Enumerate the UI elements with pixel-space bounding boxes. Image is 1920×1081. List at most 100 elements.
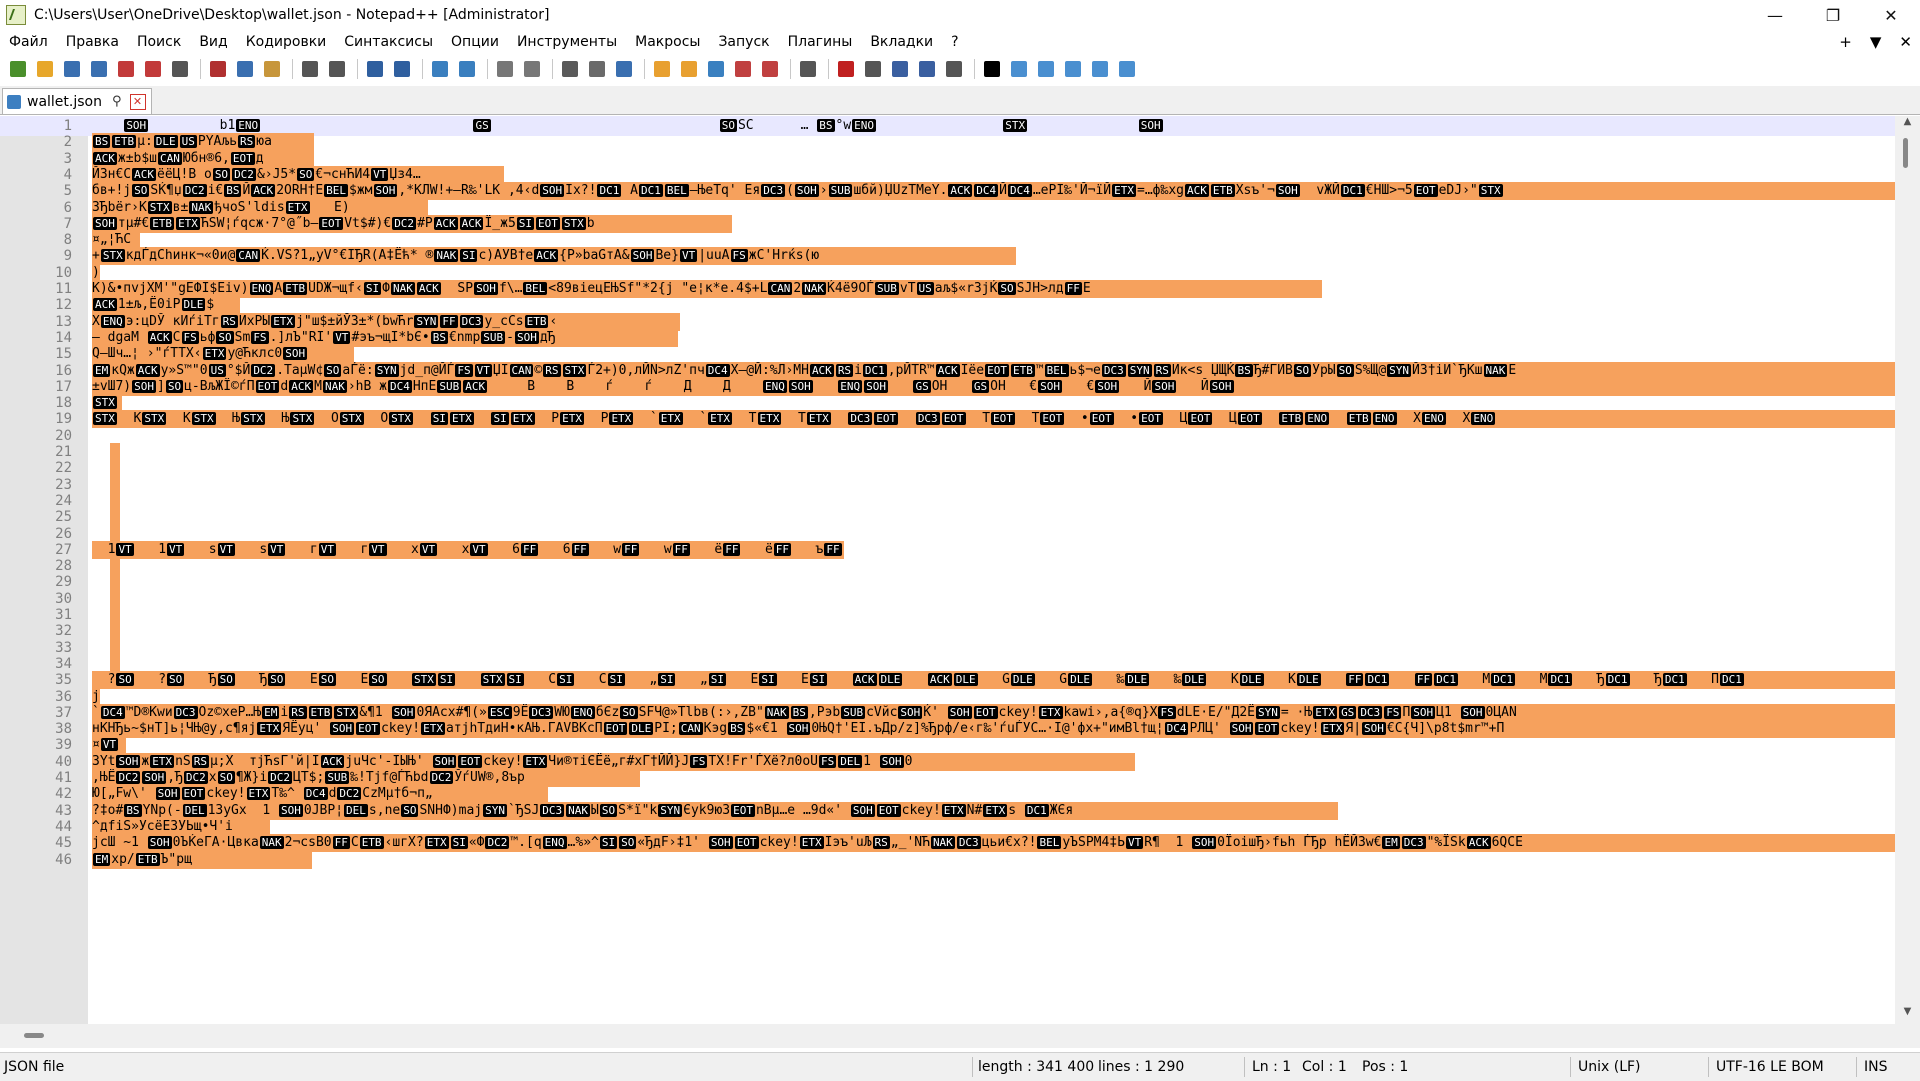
scroll-up-arrow-icon[interactable]: ▲ bbox=[1895, 116, 1920, 134]
udl-icon bbox=[654, 61, 670, 77]
print-button[interactable] bbox=[168, 57, 192, 81]
close-doc-button[interactable]: ✕ bbox=[1899, 30, 1912, 54]
menu-encoding[interactable]: Кодировки bbox=[237, 30, 336, 54]
close-icon bbox=[118, 61, 134, 77]
vertical-scrollbar[interactable]: ▲ ▼ bbox=[1895, 116, 1920, 1024]
wrap-icon bbox=[562, 61, 578, 77]
horizontal-scroll-thumb[interactable] bbox=[24, 1033, 44, 1038]
maximize-button[interactable]: ❐ bbox=[1804, 0, 1862, 30]
function-list-icon bbox=[735, 61, 751, 77]
status-ln: Ln : 1 bbox=[1252, 1059, 1292, 1075]
file-saved-icon bbox=[7, 94, 21, 109]
menu-settings[interactable]: Опции bbox=[442, 30, 508, 54]
new-tab-button[interactable]: + bbox=[1839, 30, 1852, 54]
play-button[interactable] bbox=[888, 57, 912, 81]
plugin-jc-button[interactable] bbox=[1034, 57, 1058, 81]
find-button[interactable] bbox=[363, 57, 387, 81]
replace-icon bbox=[394, 61, 410, 77]
horizontal-scrollbar[interactable] bbox=[0, 1024, 1920, 1048]
status-eol[interactable]: Unix (LF) bbox=[1578, 1053, 1641, 1081]
save-macro-button[interactable] bbox=[942, 57, 966, 81]
save-icon bbox=[64, 61, 80, 77]
menu-plugins[interactable]: Плагины bbox=[779, 30, 862, 54]
open-icon bbox=[37, 61, 53, 77]
paste-button[interactable] bbox=[260, 57, 284, 81]
line-number: 46 bbox=[55, 851, 72, 868]
udl-button[interactable] bbox=[650, 57, 674, 81]
plugin-jpp-button[interactable] bbox=[1061, 57, 1085, 81]
status-bar: JSON file length : 341 400 lines : 1 290… bbox=[0, 1052, 1920, 1081]
sync-v-button[interactable] bbox=[493, 57, 517, 81]
monitor-button[interactable] bbox=[796, 57, 820, 81]
sync-h-button[interactable] bbox=[520, 57, 544, 81]
tab-wallet-json[interactable]: wallet.json ⚲ ✕ bbox=[2, 88, 152, 114]
replace-button[interactable] bbox=[390, 57, 414, 81]
tab-label: wallet.json bbox=[27, 93, 102, 110]
status-file-type: JSON file bbox=[4, 1059, 65, 1075]
scroll-down-arrow-icon[interactable]: ▼ bbox=[1895, 1006, 1920, 1024]
plugin-json-tree-button[interactable] bbox=[1007, 57, 1031, 81]
tab-list-button[interactable]: ▼ bbox=[1870, 30, 1882, 54]
status-insert-mode[interactable]: INS bbox=[1864, 1053, 1888, 1081]
tab-bar: wallet.json ⚲ ✕ bbox=[0, 86, 1920, 115]
toolbar-separator bbox=[552, 59, 553, 79]
menu-search[interactable]: Поиск bbox=[128, 30, 190, 54]
status-col: Col : 1 bbox=[1302, 1059, 1347, 1075]
close-window-button[interactable]: ✕ bbox=[1862, 0, 1920, 30]
menu-tools[interactable]: Инструменты bbox=[508, 30, 626, 54]
zoom-out-button[interactable] bbox=[455, 57, 479, 81]
new-button[interactable] bbox=[6, 57, 30, 81]
wrap-button[interactable] bbox=[558, 57, 582, 81]
function-list-button[interactable] bbox=[731, 57, 755, 81]
minimize-button[interactable]: — bbox=[1746, 0, 1804, 30]
cut-button[interactable] bbox=[206, 57, 230, 81]
zoom-in-button[interactable] bbox=[428, 57, 452, 81]
toolbar-separator bbox=[790, 59, 791, 79]
status-separator bbox=[1856, 1057, 1857, 1077]
copy-button[interactable] bbox=[233, 57, 257, 81]
plugin-json-button[interactable] bbox=[1115, 57, 1139, 81]
doc-list-button[interactable] bbox=[704, 57, 728, 81]
zoom-out-icon bbox=[459, 61, 475, 77]
stop-icon bbox=[865, 61, 881, 77]
menu-language[interactable]: Синтаксисы bbox=[335, 30, 442, 54]
menu-run[interactable]: Запуск bbox=[709, 30, 778, 54]
status-separator bbox=[1244, 1057, 1245, 1077]
all-chars-button[interactable] bbox=[585, 57, 609, 81]
close-all-icon bbox=[145, 61, 161, 77]
undo-button[interactable] bbox=[298, 57, 322, 81]
status-encoding[interactable]: UTF-16 LE BOM bbox=[1716, 1053, 1824, 1081]
plugin-path-icon bbox=[1092, 61, 1108, 77]
menu-view[interactable]: Вид bbox=[190, 30, 236, 54]
menu-bar: Файл Правка Поиск Вид Кодировки Синтакси… bbox=[0, 30, 1920, 54]
menu-file[interactable]: Файл bbox=[0, 30, 57, 54]
cut-icon bbox=[210, 61, 226, 77]
save-all-icon bbox=[91, 61, 107, 77]
play-multi-button[interactable] bbox=[915, 57, 939, 81]
plugin-j-button[interactable] bbox=[980, 57, 1004, 81]
menu-macro[interactable]: Макросы bbox=[626, 30, 709, 54]
close-all-button[interactable] bbox=[141, 57, 165, 81]
editor-area[interactable]: 1 SOH b1 ENO GS SO SC … BS °w ENO STX SOH 2 BS… bbox=[0, 116, 1920, 1024]
close-button[interactable] bbox=[114, 57, 138, 81]
open-button[interactable] bbox=[33, 57, 57, 81]
menu-window[interactable]: Вкладки bbox=[861, 30, 942, 54]
stop-button[interactable] bbox=[861, 57, 885, 81]
status-lines: lines : 1 290 bbox=[1098, 1059, 1185, 1075]
status-separator bbox=[1570, 1057, 1571, 1077]
plugin-path-button[interactable] bbox=[1088, 57, 1112, 81]
pin-icon[interactable]: ⚲ bbox=[112, 94, 122, 109]
save-button[interactable] bbox=[60, 57, 84, 81]
menu-edit[interactable]: Правка bbox=[57, 30, 128, 54]
redo-icon bbox=[329, 61, 345, 77]
title-bar: C:\Users\User\OneDrive\Desktop\wallet.js… bbox=[0, 0, 1920, 30]
vertical-scroll-thumb[interactable] bbox=[1903, 138, 1908, 168]
indent-guide-button[interactable] bbox=[612, 57, 636, 81]
redo-button[interactable] bbox=[325, 57, 349, 81]
record-button[interactable] bbox=[834, 57, 858, 81]
folder-workspace-button[interactable] bbox=[758, 57, 782, 81]
tab-close-button[interactable]: ✕ bbox=[129, 93, 146, 110]
doc-map-button[interactable] bbox=[677, 57, 701, 81]
menu-help[interactable]: ? bbox=[942, 30, 967, 54]
save-all-button[interactable] bbox=[87, 57, 111, 81]
